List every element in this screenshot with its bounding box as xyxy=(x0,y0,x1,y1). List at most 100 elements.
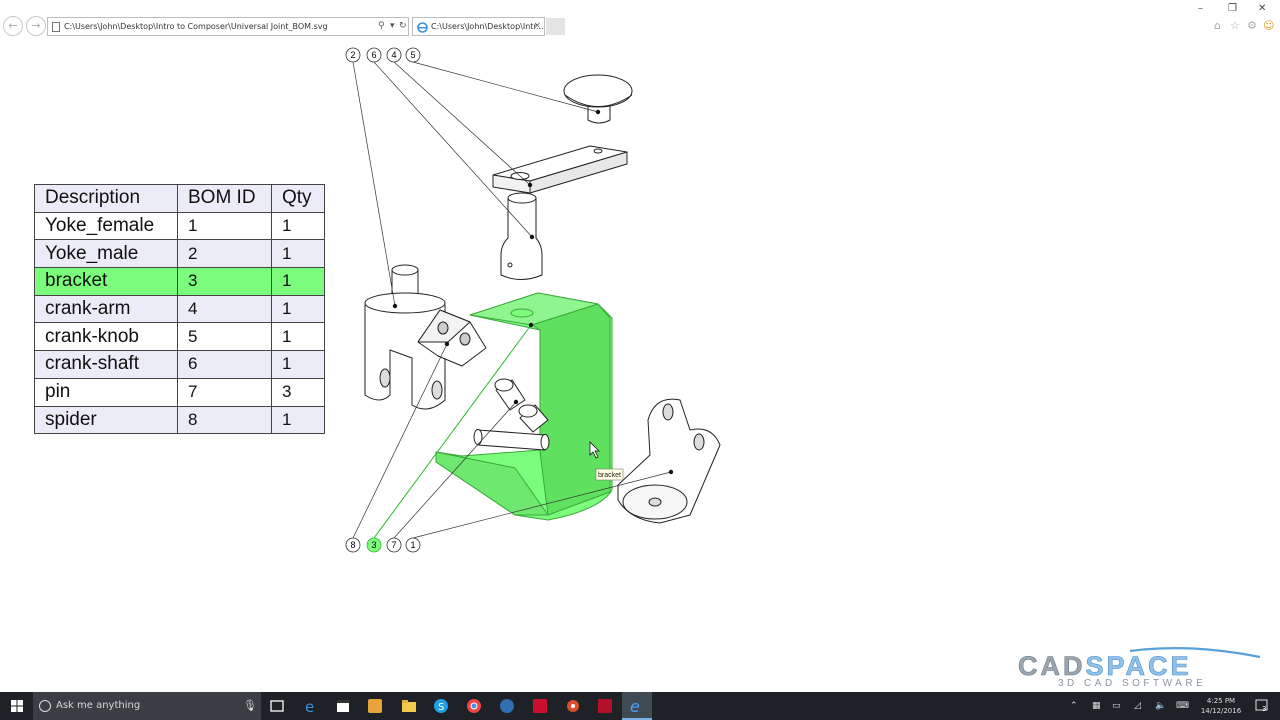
balloon-bottom-4[interactable]: 1 xyxy=(405,537,421,553)
cell-bom-id: 4 xyxy=(177,294,272,324)
cell-bom-id: 6 xyxy=(177,350,272,379)
network-wifi-icon[interactable]: ◿ xyxy=(1134,701,1141,711)
svg-text:3: 3 xyxy=(371,540,376,550)
clock-date: 14/12/2016 xyxy=(1200,707,1242,715)
volume-speaker-icon[interactable]: 🔈 xyxy=(1155,701,1166,711)
home-icon[interactable]: ⌂ xyxy=(1214,19,1221,32)
cell-qty: 1 xyxy=(271,267,325,296)
task-view-icon[interactable] xyxy=(266,696,288,716)
tablet-mode-icon[interactable]: ▭ xyxy=(1112,701,1121,711)
table-row[interactable]: crank-knob 5 1 xyxy=(34,322,325,352)
cell-bom-id: 5 xyxy=(177,322,272,352)
solidworks-toolbox-icon[interactable] xyxy=(562,696,584,716)
cell-qty: 3 xyxy=(271,377,325,407)
part-crank-shaft[interactable] xyxy=(500,192,543,280)
settings-gear-icon[interactable]: ⚙ xyxy=(1247,19,1257,32)
address-bar[interactable]: C:\Users\John\Desktop\Intro to Composer\… xyxy=(47,17,409,36)
part-crank-knob[interactable] xyxy=(563,74,633,124)
svg-text:e: e xyxy=(630,697,640,716)
tab-bom[interactable]: C:\Users\John\Desktop\Intr... × xyxy=(412,17,545,36)
header-bom-id: BOM ID xyxy=(177,184,272,213)
table-row[interactable]: crank-arm 4 1 xyxy=(34,294,325,324)
skype-icon[interactable]: S xyxy=(430,696,452,716)
forward-arrow-icon: → xyxy=(31,19,41,32)
svg-text:2: 2 xyxy=(350,50,355,60)
header-qty: Qty xyxy=(271,184,325,213)
cadspace-logo: CADSPACE 3D CAD SOFTWARE xyxy=(1018,647,1261,689)
cell-qty: 1 xyxy=(271,239,325,269)
keyboard-layout-icon[interactable]: ⌨ xyxy=(1176,701,1189,711)
search-placeholder: Ask me anything xyxy=(56,700,141,711)
table-row[interactable]: pin 7 3 xyxy=(34,377,325,407)
action-center-icon[interactable]: 3 xyxy=(1255,698,1269,714)
cell-qty: 1 xyxy=(271,294,325,324)
internet-explorer-taskbar-active[interactable]: e xyxy=(622,692,652,720)
part-yoke-female[interactable] xyxy=(617,398,721,524)
new-tab-button[interactable] xyxy=(546,18,565,35)
back-button[interactable]: ← xyxy=(3,16,23,36)
solidworks-visualize-icon[interactable] xyxy=(594,696,616,716)
svg-text:1: 1 xyxy=(410,540,415,550)
windows-start-icon[interactable] xyxy=(11,700,23,712)
cell-bom-id: 2 xyxy=(177,239,272,269)
forward-button[interactable]: → xyxy=(26,16,46,36)
outlook-icon[interactable] xyxy=(364,696,386,716)
close-window-icon[interactable]: ✕ xyxy=(1258,3,1266,14)
svg-text:S: S xyxy=(438,702,444,713)
cell-description: pin xyxy=(34,377,178,407)
file-explorer-icon[interactable] xyxy=(398,696,420,716)
system-clock[interactable]: 4:25 PM 14/12/2016 xyxy=(1196,696,1246,716)
svg-text:8: 8 xyxy=(350,540,355,550)
smiley-feedback-icon[interactable]: ☺ xyxy=(1263,19,1274,32)
restore-icon[interactable]: ❐ xyxy=(1228,3,1237,14)
calendar-app-icon[interactable] xyxy=(332,696,354,716)
clock-time: 4:25 PM xyxy=(1206,697,1236,705)
windows-taskbar: Ask me anything 🎙 e S e ⌃ ▦ ▭ ◿ 🔈 ⌨ 4:25… xyxy=(0,692,1280,720)
logo-text-cad: CADSPACE xyxy=(1018,651,1192,681)
table-row[interactable]: Yoke_male 2 1 xyxy=(34,239,325,269)
back-arrow-icon: ← xyxy=(8,19,18,32)
cell-bom-id: 7 xyxy=(177,377,272,407)
tray-overflow-chevron-icon[interactable]: ⌃ xyxy=(1070,701,1078,711)
cell-description: spider xyxy=(34,405,178,435)
cortana-search-box[interactable]: Ask me anything 🎙 xyxy=(33,692,261,720)
balloon-bottom-2-highlighted[interactable]: 3 xyxy=(366,537,382,553)
ie-favicon-icon xyxy=(417,22,428,33)
balloon-top-1[interactable]: 2 xyxy=(345,47,361,63)
balloon-top-3[interactable]: 4 xyxy=(386,47,402,63)
chrome-icon[interactable] xyxy=(463,696,485,716)
balloon-bottom-1[interactable]: 8 xyxy=(345,537,361,553)
exploded-assembly-drawing: 2 6 4 5 8 3 7 1 bracket xyxy=(345,47,721,553)
balloon-top-4[interactable]: 5 xyxy=(405,47,421,63)
cell-description: crank-knob xyxy=(34,322,178,352)
logo-subtitle: 3D CAD SOFTWARE xyxy=(1058,678,1206,689)
edge-icon[interactable]: e xyxy=(300,696,322,716)
svg-text:7: 7 xyxy=(391,540,396,550)
solidworks-composer-icon[interactable] xyxy=(496,696,518,716)
favorites-star-icon[interactable]: ☆ xyxy=(1230,19,1240,32)
tray-app-icon[interactable]: ▦ xyxy=(1092,701,1101,711)
cell-description: crank-shaft xyxy=(34,350,178,379)
search-icon[interactable]: ⚲ xyxy=(378,21,385,31)
balloon-top-2[interactable]: 6 xyxy=(366,47,382,63)
part-pin[interactable] xyxy=(473,378,550,451)
tab-label: C:\Users\John\Desktop\Intr... xyxy=(431,22,544,31)
solidworks-2017-icon[interactable] xyxy=(529,696,551,716)
dropdown-icon[interactable]: ▾ xyxy=(390,21,395,31)
minimize-icon[interactable]: – xyxy=(1198,3,1203,14)
bracket-tooltip: bracket xyxy=(595,468,624,481)
microphone-icon[interactable]: 🎙 xyxy=(243,699,257,712)
cell-bom-id: 8 xyxy=(177,405,272,435)
table-row[interactable]: spider 8 1 xyxy=(34,405,325,435)
cell-description: crank-arm xyxy=(34,294,178,324)
svg-text:e: e xyxy=(305,698,314,716)
table-row[interactable]: crank-shaft 6 1 xyxy=(34,350,325,379)
cell-description: bracket xyxy=(34,267,178,296)
table-row[interactable]: Yoke_female 1 1 xyxy=(34,211,325,241)
internet-explorer-icon: e xyxy=(630,697,640,716)
balloon-bottom-3[interactable]: 7 xyxy=(386,537,402,553)
table-row-highlighted[interactable]: bracket 3 1 xyxy=(34,267,325,296)
cell-qty: 1 xyxy=(271,211,325,241)
refresh-icon[interactable]: ↻ xyxy=(399,21,407,31)
close-tab-icon[interactable]: × xyxy=(533,21,541,31)
